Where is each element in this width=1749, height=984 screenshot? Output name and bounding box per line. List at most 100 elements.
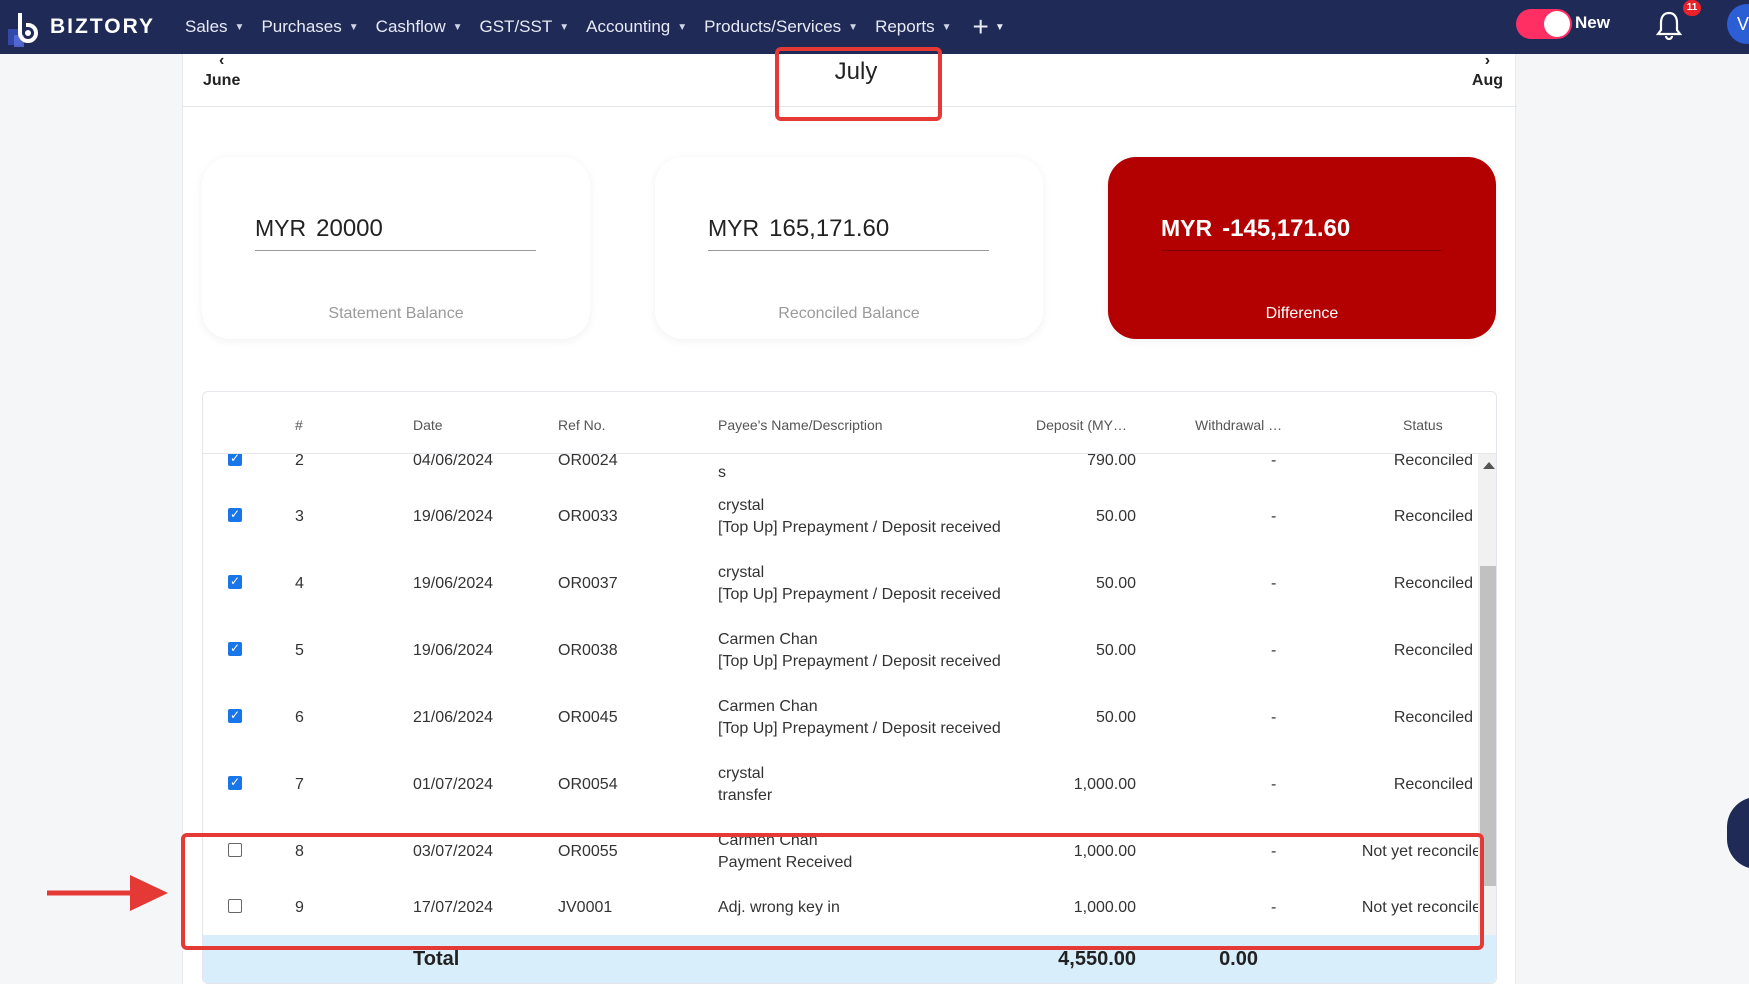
new-ui-toggle[interactable]: [1516, 9, 1572, 39]
menu-label: Products/Services: [704, 17, 842, 36]
row-date: 19/06/2024: [413, 508, 494, 525]
brand-name: BIZTORY: [50, 15, 156, 38]
row-ref-link[interactable]: OR0054: [558, 776, 618, 794]
row-payee-line2: [Top Up] Prepayment / Deposit received: [718, 586, 1001, 603]
table-row[interactable]: 3 19/06/2024 OR0033 crystal [Top Up] Prep…: [203, 491, 1478, 558]
currency-label: MYR: [1161, 215, 1213, 241]
row-checkbox[interactable]: [228, 641, 242, 656]
row-payee-line1: Carmen Chan: [718, 631, 818, 648]
month-highlight-box: [775, 47, 942, 121]
chat-widget-button[interactable]: [1727, 797, 1749, 869]
statement-balance-value: 20000: [316, 215, 383, 242]
row-payee: crystal transfer: [718, 763, 772, 807]
header-ref[interactable]: Ref No.: [558, 417, 605, 433]
row-payee-line1: crystal: [718, 497, 765, 514]
total-label: Total: [413, 948, 460, 970]
chevron-down-icon: ▼: [348, 21, 359, 33]
difference-value: -145,171.60: [1222, 215, 1351, 242]
quick-add-button[interactable]: + ▼: [973, 11, 1005, 43]
statement-balance-field[interactable]: MYR 20000: [255, 215, 536, 251]
row-number: 4: [295, 575, 304, 592]
row-checkbox[interactable]: [228, 507, 242, 522]
header-withdrawal[interactable]: Withdrawal …: [1195, 417, 1282, 433]
row-ref-link[interactable]: OR0045: [558, 709, 618, 727]
reconciled-balance-value: 165,171.60: [769, 215, 890, 242]
row-status: Reconciled: [1393, 454, 1473, 469]
header-status[interactable]: Status: [1403, 417, 1443, 433]
menu-label: Sales: [185, 17, 228, 36]
row-status: Reconciled: [1393, 709, 1473, 726]
row-deposit: 50.00: [1095, 642, 1136, 659]
toggle-label: New: [1575, 13, 1610, 32]
red-arrow-icon: [47, 875, 168, 911]
menu-gst-sst[interactable]: GST/SST ▼: [480, 0, 570, 54]
table-row[interactable]: 4 19/06/2024 OR0037 crystal [Top Up] Prep…: [203, 558, 1478, 625]
row-number: 5: [295, 642, 304, 659]
row-status: Reconciled: [1393, 575, 1473, 592]
row-number: 2: [295, 454, 304, 469]
table-row[interactable]: 7 01/07/2024 OR0054 crystal transfer 1,00…: [203, 759, 1478, 826]
row-deposit: 50.00: [1095, 508, 1136, 525]
row-payee-line1: crystal: [718, 564, 765, 581]
row-payee-line1: crystal: [718, 765, 765, 782]
menu-label: GST/SST: [479, 17, 553, 36]
scroll-up-arrow-icon[interactable]: [1483, 462, 1495, 469]
row-withdrawal: -: [1271, 642, 1277, 659]
chevron-left-icon: ‹: [219, 52, 225, 69]
table-row[interactable]: 5 19/06/2024 OR0038 Carmen Chan [Top Up] …: [203, 625, 1478, 692]
table-row[interactable]: 2 04/06/2024 OR0024 s 790.00 - Reconcile…: [203, 454, 1478, 491]
bell-icon[interactable]: [1656, 10, 1682, 40]
main-menu: Sales ▼ Purchases ▼ Cashflow ▼ GST/SST ▼ Acc…: [185, 0, 1005, 54]
row-number: 3: [295, 508, 304, 525]
toggle-knob: [1544, 11, 1570, 37]
row-ref-link[interactable]: OR0037: [558, 575, 618, 593]
chevron-down-icon: ▼: [941, 21, 952, 33]
header-payee[interactable]: Payee's Name/Description: [718, 417, 883, 433]
biztory-logo-icon: [8, 13, 38, 47]
avatar[interactable]: V: [1727, 4, 1749, 44]
row-deposit: 50.00: [1095, 709, 1136, 726]
row-payee: crystal [Top Up] Prepayment / Deposit rec…: [718, 562, 1001, 606]
menu-purchases[interactable]: Purchases ▼: [261, 0, 358, 54]
difference-card: MYR -145,171.60 Difference: [1108, 157, 1496, 339]
row-withdrawal: -: [1271, 575, 1277, 592]
row-status: Reconciled: [1393, 508, 1473, 525]
reconciled-balance-card: MYR 165,171.60 Reconciled Balance: [655, 157, 1043, 339]
row-ref-link[interactable]: OR0038: [558, 642, 618, 660]
row-payee-line1: Carmen Chan: [718, 698, 818, 715]
menu-reports[interactable]: Reports ▼: [875, 0, 951, 54]
next-month-button[interactable]: › Aug: [1472, 53, 1503, 90]
header-number[interactable]: #: [295, 417, 303, 433]
menu-label: Accounting: [586, 17, 671, 36]
row-checkbox[interactable]: [228, 574, 242, 589]
row-status: Reconciled: [1393, 776, 1473, 793]
prev-month-label: June: [203, 72, 241, 89]
header-deposit[interactable]: Deposit (MY…: [1036, 417, 1127, 433]
row-ref-link[interactable]: OR0033: [558, 508, 618, 526]
row-ref-link[interactable]: OR0024: [558, 454, 618, 470]
chevron-down-icon: ▼: [234, 21, 245, 33]
row-payee: Carmen Chan [Top Up] Prepayment / Deposit…: [718, 696, 1001, 740]
row-checkbox[interactable]: [228, 775, 242, 790]
menu-products-services[interactable]: Products/Services ▼: [704, 0, 858, 54]
menu-sales[interactable]: Sales ▼: [185, 0, 244, 54]
chevron-down-icon: ▼: [848, 21, 859, 33]
row-checkbox[interactable]: [228, 454, 242, 466]
menu-cashflow[interactable]: Cashflow ▼: [376, 0, 463, 54]
notification-badge: 11: [1683, 0, 1701, 16]
prev-month-button[interactable]: ‹ June: [203, 52, 241, 90]
menu-accounting[interactable]: Accounting ▼: [586, 0, 687, 54]
unreconciled-rows-highlight-box: [181, 833, 1484, 950]
brand-logo[interactable]: BIZTORY: [0, 0, 185, 54]
row-checkbox[interactable]: [228, 708, 242, 723]
row-date: 04/06/2024: [413, 454, 494, 469]
chevron-down-icon: ▼: [994, 21, 1005, 33]
statement-balance-caption: Statement Balance: [328, 305, 464, 322]
row-payee: crystal [Top Up] Prepayment / Deposit rec…: [718, 495, 1001, 539]
menu-label: Cashflow: [375, 17, 446, 36]
header-date[interactable]: Date: [413, 417, 443, 433]
table-row[interactable]: 6 21/06/2024 OR0045 Carmen Chan [Top Up] …: [203, 692, 1478, 759]
row-deposit: 790.00: [1087, 454, 1136, 469]
row-payee-line2: [Top Up] Prepayment / Deposit received: [718, 519, 1001, 536]
row-payee-line2: s: [718, 464, 726, 481]
